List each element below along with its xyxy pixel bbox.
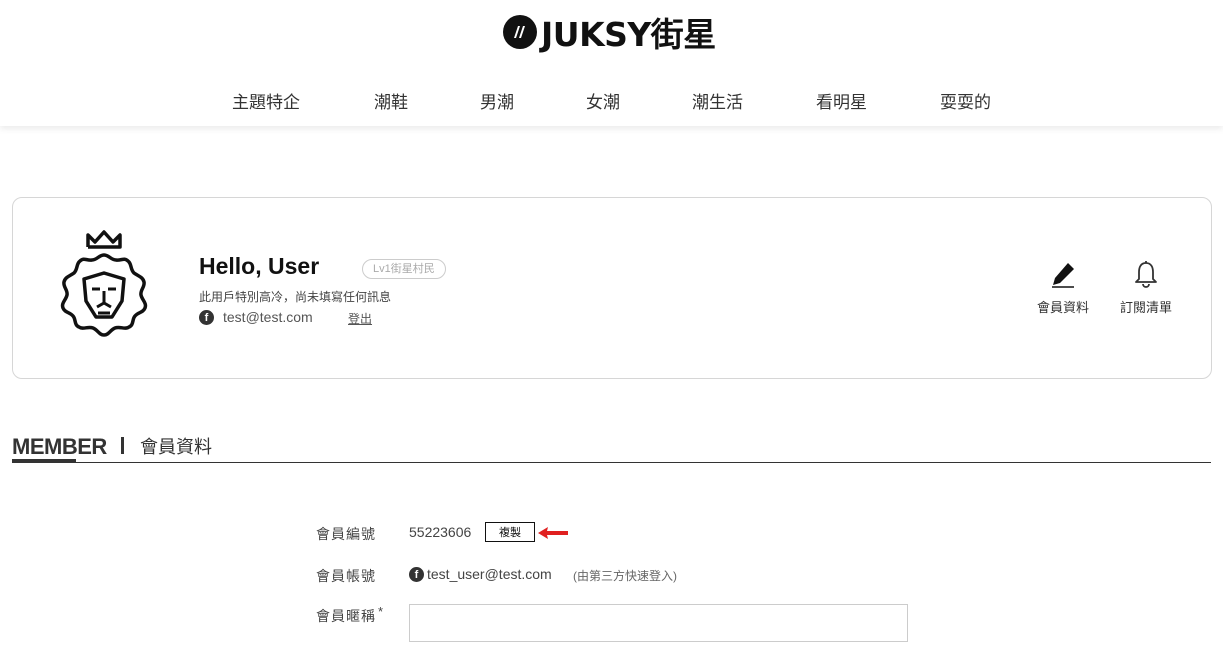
- account-value: test_user@test.com: [427, 566, 552, 582]
- member-info-label: 會員資料: [1036, 300, 1089, 315]
- section-title-en: MEMBER: [12, 434, 107, 459]
- account-login-note: (由第三方快速登入): [573, 569, 677, 583]
- greeting-text: Hello, User: [199, 253, 320, 279]
- member-id-value: 55223606: [409, 524, 472, 540]
- logo-mark-icon: [503, 15, 537, 49]
- title-underline: [12, 459, 76, 462]
- required-mark: *: [378, 604, 384, 619]
- main-nav: 主題特企 潮鞋 男潮 女潮 潮生活 看明星 耍耍的: [0, 88, 1223, 112]
- facebook-icon: f: [409, 567, 424, 582]
- lion-avatar-icon: [54, 227, 154, 351]
- nav-item-women[interactable]: 女潮: [586, 88, 620, 113]
- subscription-list-label: 訂閱清單: [1119, 300, 1172, 315]
- member-info-button[interactable]: 會員資料: [1032, 260, 1094, 316]
- nickname-label: 會員暱稱: [316, 608, 376, 624]
- profile-card: Hello, User Lv1街星村民 此用戶特別高冷，尚未填寫任何訊息 f t…: [12, 197, 1212, 379]
- member-id-label: 會員編號: [316, 526, 376, 542]
- title-divider: [121, 437, 124, 454]
- account-label: 會員帳號: [316, 568, 376, 584]
- level-badge: Lv1街星村民: [362, 259, 446, 279]
- nickname-input[interactable]: [409, 604, 908, 642]
- red-arrow-icon: [536, 525, 570, 546]
- pencil-icon: [1050, 263, 1076, 292]
- site-header: JUKSY街星 主題特企 潮鞋 男潮 女潮 潮生活 看明星 耍耍的: [0, 0, 1223, 126]
- section-header: MEMBER 會員資料: [12, 432, 1211, 463]
- user-email: test@test.com: [223, 309, 313, 325]
- user-email-row: f test@test.com: [199, 308, 313, 326]
- nav-item-sneakers[interactable]: 潮鞋: [374, 88, 408, 113]
- copy-button[interactable]: 複製: [485, 522, 535, 542]
- facebook-icon: f: [199, 309, 214, 325]
- logout-link[interactable]: 登出: [348, 310, 372, 327]
- nav-item-men[interactable]: 男潮: [480, 88, 514, 113]
- brand-name: JUKSY街星: [541, 15, 716, 54]
- nav-item-lifestyle[interactable]: 潮生活: [692, 88, 743, 113]
- subscription-list-button[interactable]: 訂閱清單: [1115, 260, 1177, 316]
- section-title-zh: 會員資料: [140, 437, 212, 457]
- user-bio: 此用戶特別高冷，尚未填寫任何訊息: [199, 290, 392, 304]
- bell-icon: [1134, 261, 1158, 292]
- nav-item-fun[interactable]: 耍耍的: [940, 88, 991, 113]
- nav-item-celebrity[interactable]: 看明星: [816, 88, 867, 113]
- juksy-logo[interactable]: JUKSY街星: [503, 14, 716, 54]
- nav-item-feature[interactable]: 主題特企: [232, 88, 300, 113]
